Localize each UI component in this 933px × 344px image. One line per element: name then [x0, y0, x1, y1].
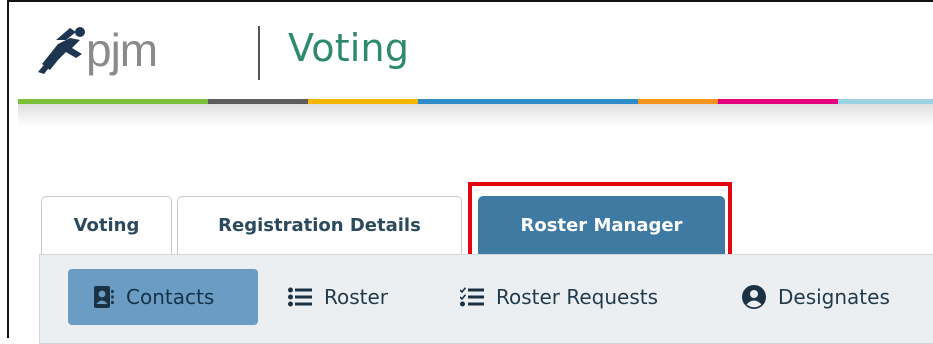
subnav-designates-label: Designates: [778, 285, 890, 309]
contact-card-icon: [94, 286, 114, 308]
tab-voting[interactable]: Voting: [41, 196, 172, 254]
header-shadow: [18, 104, 933, 126]
subnav-roster-requests-label: Roster Requests: [496, 285, 659, 309]
header-divider: [258, 26, 260, 80]
subnav-designates[interactable]: Designates: [742, 269, 890, 325]
tab-voting-label: Voting: [73, 215, 140, 236]
annotation-highlight-box: [468, 182, 732, 262]
user-circle-icon: [742, 285, 766, 309]
pjm-runner-mark: [38, 27, 85, 74]
tab-registration-details[interactable]: Registration Details: [177, 196, 462, 254]
subnav-roster-requests[interactable]: Roster Requests: [460, 269, 658, 325]
subnav-roster-label: Roster: [324, 285, 389, 309]
pjm-wordmark: pjm: [86, 24, 157, 76]
subnav-contacts-label: Contacts: [126, 285, 215, 309]
subnav-roster[interactable]: Roster: [288, 269, 388, 325]
tab-registration-details-label: Registration Details: [218, 215, 421, 236]
list-icon: [288, 287, 312, 307]
subnav-contacts[interactable]: Contacts: [68, 269, 258, 325]
page-title: Voting: [288, 26, 410, 70]
subnav-bar: Contacts Roster Roster Requests Designat…: [39, 254, 933, 344]
pjm-logo[interactable]: pjm: [36, 20, 206, 80]
checklist-icon: [460, 287, 484, 307]
